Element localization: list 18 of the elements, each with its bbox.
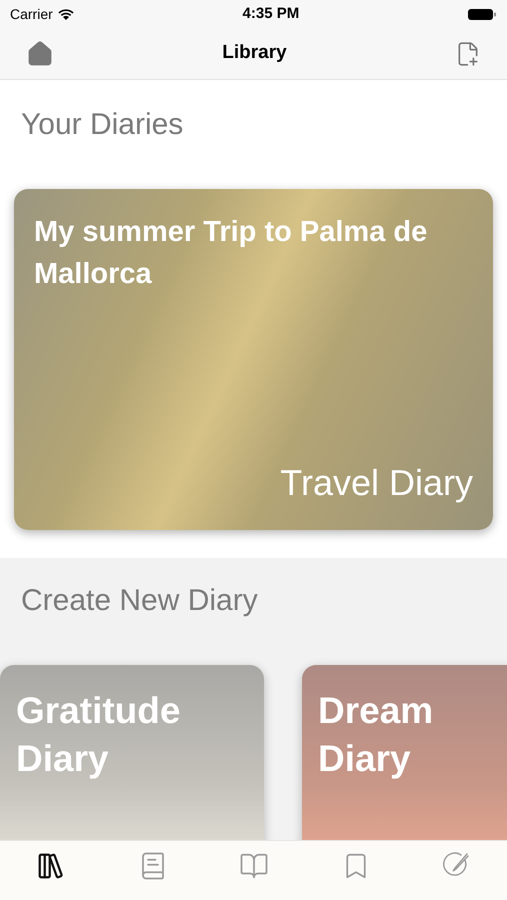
carrier-text: Carrier bbox=[10, 4, 53, 24]
template-title: Dream Diary bbox=[318, 689, 434, 782]
pen-circle-icon bbox=[443, 851, 472, 879]
diary-title: My summer Trip to Palma de Mallorca bbox=[34, 215, 428, 292]
section-heading: Create New Diary bbox=[20, 583, 259, 619]
home-button[interactable] bbox=[26, 40, 54, 68]
battery-icon bbox=[466, 8, 497, 20]
home-icon bbox=[26, 40, 54, 68]
wifi-icon bbox=[56, 8, 75, 20]
diary-card[interactable]: My summer Trip to Palma de Mallorca Travel Diary bbox=[14, 189, 493, 530]
template-title: Gratitude Diary bbox=[16, 689, 182, 782]
diary-type: Travel Diary bbox=[279, 461, 473, 505]
section-heading: Your Diaries bbox=[20, 107, 184, 143]
open-book-icon bbox=[239, 851, 270, 881]
template-card[interactable]: Gratitude Diary bbox=[0, 665, 264, 840]
nav-title: Library bbox=[222, 41, 287, 66]
clock-text: 4:35 PM bbox=[242, 4, 300, 24]
template-card[interactable]: Dream Diary bbox=[302, 665, 507, 840]
